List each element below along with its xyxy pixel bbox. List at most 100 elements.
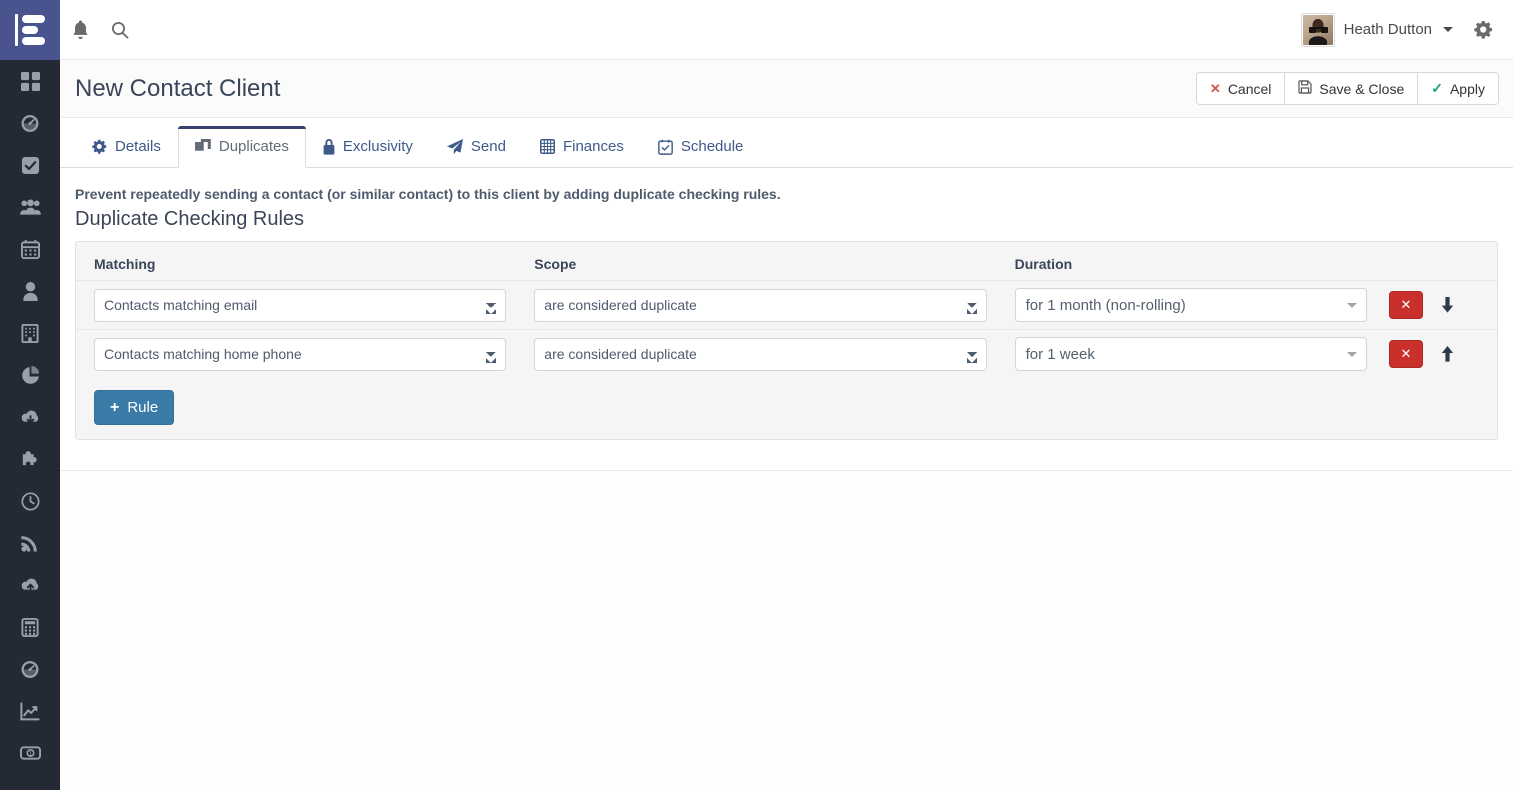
settings-gear-icon[interactable] — [1463, 0, 1503, 60]
save-and-close-button[interactable]: Save & Close — [1284, 73, 1418, 104]
app-logo[interactable] — [0, 0, 60, 60]
sidebar-item-plugins[interactable] — [0, 438, 60, 480]
duplicate-rules-table: Matching Scope Duration Contacts matchin… — [76, 242, 1497, 378]
duplicates-lead-text: Prevent repeatedly sending a contact (or… — [75, 186, 781, 202]
cloud-upload-icon — [21, 578, 38, 592]
tab-details[interactable]: Details — [75, 126, 178, 168]
line-chart-icon — [20, 701, 40, 720]
tab-bar: Details Duplicates Exclusivity Send Fina… — [60, 118, 1513, 168]
tab-finances-label: Finances — [562, 138, 624, 155]
delete-rule-button-0[interactable]: ✕ — [1388, 291, 1423, 319]
puzzle-piece-icon — [22, 450, 37, 465]
sidebar-item-contacts[interactable] — [0, 186, 60, 228]
pie-chart-icon — [21, 365, 39, 384]
grid-dashboard-icon — [20, 71, 40, 91]
page-title: New Contact Client — [75, 74, 281, 102]
rss-icon — [21, 536, 37, 552]
move-rule-up-button-1[interactable] — [1435, 340, 1459, 368]
sidebar-item-feeds[interactable] — [0, 522, 60, 564]
tab-duplicates-label: Duplicates — [218, 138, 289, 155]
sidebar-item-dashboard[interactable] — [0, 60, 60, 102]
panel-footer: + Rule — [76, 378, 1497, 439]
column-header-duration: Duration — [1014, 256, 1073, 272]
rule-duration-cell: for 1 month (non-rolling) — [996, 280, 1377, 330]
user-name: Heath Dutton — [1343, 21, 1432, 38]
sidebar-item-reports[interactable] — [0, 354, 60, 396]
delete-rule-button-1[interactable]: ✕ — [1388, 340, 1423, 368]
sidebar-item-history[interactable] — [0, 480, 60, 522]
chevron-down-icon — [1443, 27, 1453, 32]
column-header-actions — [1377, 242, 1497, 281]
matching-select-1[interactable]: Contacts matching home phone — [94, 337, 507, 371]
rule-actions-cell: ✕ — [1376, 280, 1497, 330]
tab-send[interactable]: Send — [430, 126, 523, 168]
cancel-button[interactable]: ✕ Cancel — [1196, 73, 1285, 104]
sidebar-item-performance[interactable] — [0, 102, 60, 144]
tab-exclusivity-label: Exclusivity — [342, 138, 413, 155]
user-menu[interactable]: Heath Dutton — [1291, 0, 1463, 60]
rule-matching-cell: Contacts matching email — [76, 280, 517, 330]
tab-send-label: Send — [470, 138, 506, 155]
floppy-disk-icon — [1298, 80, 1313, 97]
search-icon[interactable] — [100, 0, 140, 60]
apply-button-label: Apply — [1449, 80, 1485, 97]
rule-duration-cell: for 1 week — [996, 329, 1377, 378]
duration-select-1-value: for 1 week — [1025, 345, 1095, 363]
scope-select-1[interactable]: are considered duplicate — [534, 337, 987, 371]
lock-icon — [323, 138, 335, 155]
page-action-buttons: ✕ Cancel Save & Close ✓ Apply — [1195, 72, 1499, 105]
table-row: Contacts matching email are considered d… — [76, 280, 1497, 330]
duration-select-0[interactable]: for 1 month (non-rolling) — [1014, 288, 1367, 322]
paper-plane-icon — [446, 138, 463, 155]
tab-details-label: Details — [115, 138, 161, 155]
logo-mark-icon — [15, 13, 45, 47]
apply-button[interactable]: ✓ Apply — [1417, 73, 1498, 104]
tab-finances[interactable]: Finances — [523, 126, 641, 168]
sidebar-item-leads[interactable] — [0, 270, 60, 312]
rule-scope-cell: are considered duplicate — [516, 280, 997, 330]
calculator-icon — [21, 617, 39, 637]
sidebar-item-exports[interactable] — [0, 564, 60, 606]
notifications-bell-icon[interactable] — [60, 0, 100, 60]
matching-select-0[interactable]: Contacts matching email — [94, 288, 507, 322]
move-rule-down-button-0[interactable] — [1435, 291, 1459, 319]
sidebar-item-companies[interactable] — [0, 312, 60, 354]
gauge-icon — [21, 115, 39, 132]
add-rule-button-label: Rule — [127, 399, 159, 416]
add-rule-button[interactable]: + Rule — [94, 390, 175, 425]
duplicate-rules-panel: Matching Scope Duration Contacts matchin… — [75, 241, 1498, 440]
sidebar-item-tasks[interactable] — [0, 144, 60, 186]
x-icon: ✕ — [1400, 346, 1412, 361]
tab-exclusivity[interactable]: Exclusivity — [306, 126, 430, 168]
sidebar-item-revenue[interactable]: 1 — [0, 732, 60, 774]
column-header-scope: Scope — [534, 256, 577, 272]
duplicates-panel-content: Prevent repeatedly sending a contact (or… — [60, 168, 1513, 440]
x-icon: ✕ — [1209, 80, 1221, 96]
rule-matching-cell: Contacts matching home phone — [76, 329, 517, 378]
clone-icon — [194, 139, 211, 154]
x-icon: ✕ — [1400, 297, 1412, 312]
tab-duplicates[interactable]: Duplicates — [177, 126, 306, 168]
sidebar-item-monitor[interactable] — [0, 648, 60, 690]
sidebar-item-billing[interactable] — [0, 606, 60, 648]
calendar-icon — [20, 239, 40, 259]
sidebar-item-calendar[interactable] — [0, 228, 60, 270]
clock-icon — [20, 491, 40, 511]
rule-scope-cell: are considered duplicate — [516, 329, 997, 378]
page-header: New Contact Client ✕ Cancel Save & Close… — [60, 60, 1513, 118]
check-icon: ✓ — [1431, 80, 1443, 96]
tab-schedule[interactable]: Schedule — [641, 126, 761, 168]
arrow-down-icon — [1441, 297, 1454, 313]
sidebar-item-imports[interactable] — [0, 396, 60, 438]
gear-icon — [92, 139, 107, 154]
left-sidebar: 1 — [0, 60, 60, 790]
calendar-check-icon — [657, 139, 673, 155]
duration-select-1[interactable]: for 1 week — [1014, 337, 1367, 371]
user-icon — [22, 281, 38, 301]
sidebar-item-analytics[interactable] — [0, 690, 60, 732]
users-icon — [19, 198, 41, 215]
cancel-button-label: Cancel — [1227, 80, 1272, 97]
money-bill-icon: 1 — [19, 746, 41, 760]
scope-select-0[interactable]: are considered duplicate — [534, 288, 987, 322]
save-and-close-button-label: Save & Close — [1319, 80, 1405, 97]
